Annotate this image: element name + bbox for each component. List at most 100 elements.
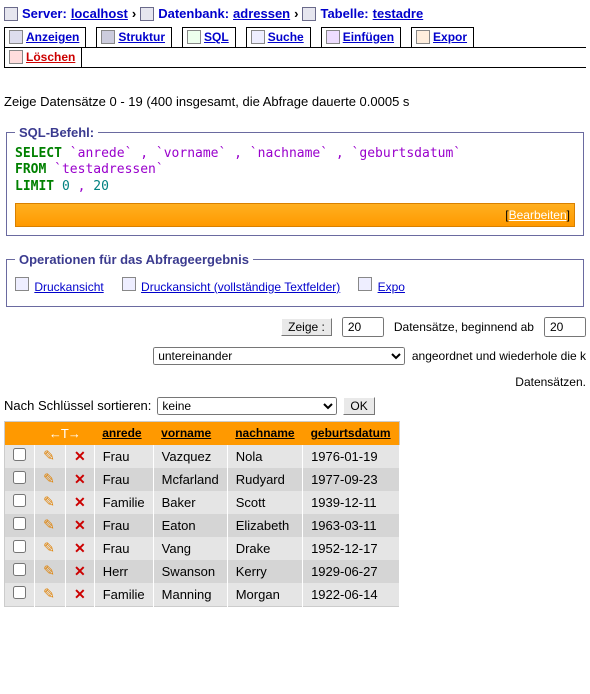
th-anrede[interactable]: anrede	[94, 421, 153, 445]
row-checkbox[interactable]	[13, 517, 26, 530]
tab-browse-label: Anzeigen	[26, 30, 79, 44]
sort-select[interactable]: keine	[157, 397, 337, 415]
tab-browse[interactable]: Anzeigen	[4, 27, 86, 47]
row-edit[interactable]	[35, 514, 66, 537]
row-delete[interactable]: ✕	[66, 560, 95, 583]
ops-legend: Operationen für das Abfrageergebnis	[15, 252, 253, 267]
pencil-icon	[40, 514, 60, 534]
sql-edit-link[interactable]: Bearbeiten	[509, 208, 567, 222]
breadcrumb-separator: ›	[294, 6, 298, 21]
mode-select[interactable]: untereinander	[153, 347, 405, 365]
row-checkbox-cell	[5, 537, 35, 560]
nav-text-rows: Datensätze, beginnend ab	[394, 320, 534, 334]
op-export-link[interactable]: Expo	[378, 280, 405, 294]
th-blank	[5, 421, 35, 445]
print-icon	[15, 277, 29, 291]
sql-icon	[187, 30, 201, 44]
row-delete[interactable]: ✕	[66, 583, 95, 607]
breadcrumb: Server: localhost › Datenbank: adressen …	[4, 6, 586, 21]
nav-text-rows2: Datensätzen.	[515, 375, 586, 389]
pencil-icon	[40, 445, 60, 465]
cell-vorname: Eaton	[153, 514, 227, 537]
bc-db-link[interactable]: adressen	[233, 6, 290, 21]
pencil-icon	[40, 583, 60, 603]
row-edit[interactable]	[35, 583, 66, 607]
th-toggle[interactable]: ←T→	[35, 421, 95, 445]
op-print-full-link[interactable]: Druckansicht (vollständige Textfelder)	[141, 280, 340, 294]
cell-anrede: Frau	[94, 514, 153, 537]
th-geburtsdatum[interactable]: geburtsdatum	[303, 421, 400, 445]
row-checkbox[interactable]	[13, 586, 26, 599]
cell-nachname: Drake	[227, 537, 302, 560]
results-table: ←T→ anrede vorname nachname geburtsdatum…	[4, 421, 400, 607]
row-edit[interactable]	[35, 491, 66, 514]
th-vorname[interactable]: vorname	[153, 421, 227, 445]
delete-x-icon: ✕	[74, 471, 86, 487]
th-nachname-link[interactable]: nachname	[235, 426, 294, 440]
th-geburtsdatum-link[interactable]: geburtsdatum	[311, 426, 391, 440]
row-checkbox[interactable]	[13, 471, 26, 484]
op-export[interactable]: Expo	[358, 277, 405, 294]
row-checkbox[interactable]	[13, 563, 26, 576]
op-print-full[interactable]: Druckansicht (vollständige Textfelder)	[122, 277, 341, 294]
row-delete[interactable]: ✕	[66, 445, 95, 468]
tab-insert[interactable]: Einfügen	[321, 27, 401, 47]
cell-geburtsdatum: 1929-06-27	[303, 560, 400, 583]
bc-table-link[interactable]: testadre	[373, 6, 424, 21]
tab-delete[interactable]: Löschen	[4, 47, 82, 67]
cell-geburtsdatum: 1922-06-14	[303, 583, 400, 607]
table-row: ✕FamilieBakerScott1939-12-11	[5, 491, 400, 514]
ok-button[interactable]	[343, 397, 374, 415]
row-checkbox[interactable]	[13, 494, 26, 507]
row-checkbox-cell	[5, 491, 35, 514]
cell-nachname: Scott	[227, 491, 302, 514]
row-delete[interactable]: ✕	[66, 537, 95, 560]
sql-code: SELECT `anrede` , `vorname` , `nachname`…	[15, 146, 575, 195]
bracket-r: ]	[567, 208, 570, 222]
row-edit[interactable]	[35, 560, 66, 583]
row-delete[interactable]: ✕	[66, 491, 95, 514]
pencil-icon	[40, 560, 60, 580]
sql-fieldset: SQL-Befehl: SELECT `anrede` , `vorname` …	[6, 125, 584, 236]
start-input[interactable]	[544, 317, 586, 337]
th-nachname[interactable]: nachname	[227, 421, 302, 445]
row-edit[interactable]	[35, 445, 66, 468]
row-delete[interactable]: ✕	[66, 514, 95, 537]
bc-server-link[interactable]: localhost	[71, 6, 128, 21]
breadcrumb-separator: ›	[132, 6, 136, 21]
row-edit[interactable]	[35, 537, 66, 560]
sql-limit-a: 0	[62, 179, 70, 194]
browse-icon	[9, 30, 23, 44]
row-edit[interactable]	[35, 468, 66, 491]
row-checkbox[interactable]	[13, 448, 26, 461]
row-delete[interactable]: ✕	[66, 468, 95, 491]
table-row: ✕FamilieManningMorgan1922-06-14	[5, 583, 400, 607]
cell-nachname: Nola	[227, 445, 302, 468]
th-anrede-link[interactable]: anrede	[102, 426, 141, 440]
delete-x-icon: ✕	[74, 586, 86, 602]
tab-delete-label: Löschen	[26, 50, 75, 64]
op-print-link[interactable]: Druckansicht	[34, 280, 103, 294]
op-print[interactable]: Druckansicht	[15, 277, 104, 294]
rows-input[interactable]	[342, 317, 384, 337]
database-icon	[140, 7, 154, 21]
cell-vorname: Vang	[153, 537, 227, 560]
tab-structure[interactable]: Struktur	[96, 27, 172, 47]
tab-export[interactable]: Expor	[411, 27, 474, 47]
row-checkbox-cell	[5, 583, 35, 607]
th-vorname-link[interactable]: vorname	[161, 426, 211, 440]
server-icon	[4, 7, 18, 21]
table-row: ✕FrauMcfarlandRudyard1977-09-23	[5, 468, 400, 491]
show-button[interactable]	[281, 318, 332, 336]
tab-export-label: Expor	[433, 30, 467, 44]
delete-x-icon: ✕	[74, 494, 86, 510]
tab-sql[interactable]: SQL	[182, 27, 236, 47]
sort-row: Nach Schlüssel sortieren: keine	[4, 397, 586, 415]
cell-vorname: Manning	[153, 583, 227, 607]
tab-search[interactable]: Suche	[246, 27, 311, 47]
row-checkbox[interactable]	[13, 540, 26, 553]
bc-server-label: Server:	[22, 6, 67, 21]
cell-geburtsdatum: 1939-12-11	[303, 491, 400, 514]
status-line: Zeige Datensätze 0 - 19 (400 insgesamt, …	[4, 94, 586, 109]
print-icon	[122, 277, 136, 291]
